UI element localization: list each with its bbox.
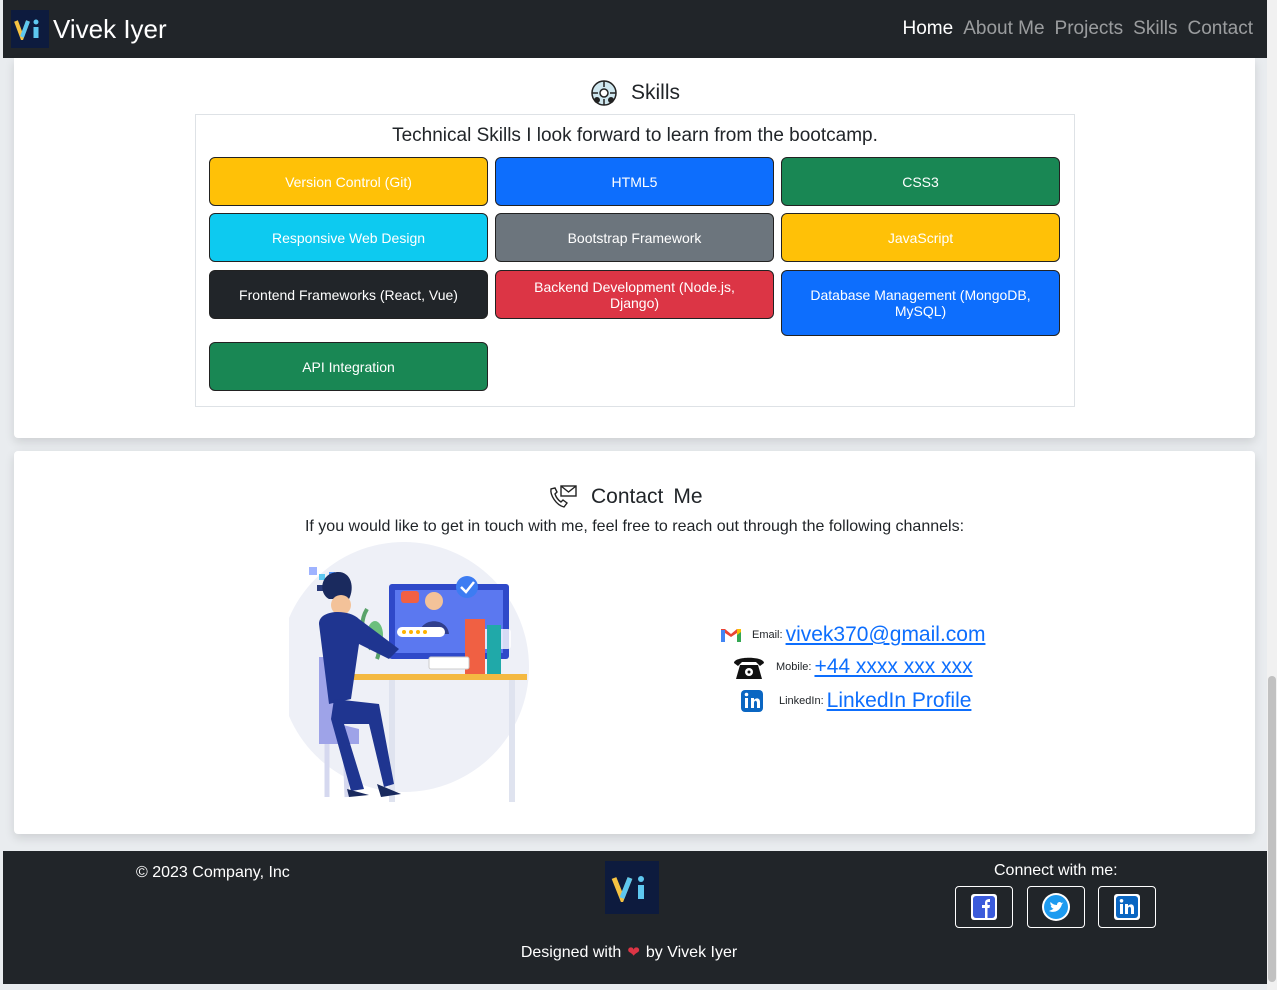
email-link[interactable]: vivek370@gmail.com <box>786 623 986 647</box>
skills-icon <box>591 80 617 106</box>
skills-title: Skills <box>631 81 681 104</box>
mobile-link[interactable]: +44 xxxx xxx xxx <box>814 655 972 679</box>
skill-chip-css3[interactable]: CSS3 <box>781 157 1060 206</box>
heart-icon: ❤ <box>627 944 640 961</box>
vi-logo-icon <box>611 875 644 902</box>
skills-section: Skills Technical Skills I look forward t… <box>14 58 1255 438</box>
contact-title-word1: Contact <box>591 485 664 508</box>
contact-envelope-icon <box>550 485 577 508</box>
contact-intro: If you would like to get in touch with m… <box>304 518 965 535</box>
designed-suffix: by Vivek Iyer <box>645 944 738 961</box>
contact-illustration <box>289 542 529 802</box>
scrollbar-thumb[interactable] <box>1268 676 1276 982</box>
contact-mobile-row: Mobile: +44 xxxx xxx xxx <box>732 653 973 681</box>
skills-heading: Skills <box>589 78 680 108</box>
skill-chip-bootstrap[interactable]: Bootstrap Framework <box>495 213 774 262</box>
mobile-label: Mobile: <box>776 661 812 673</box>
nav-link-about[interactable]: About Me <box>963 18 1044 40</box>
skills-subtitle: Technical Skills I look forward to learn… <box>392 125 878 146</box>
nav-link-projects[interactable]: Projects <box>1055 18 1124 40</box>
contact-section: Contact Me If you would like to get in t… <box>14 451 1255 834</box>
skill-chip-api[interactable]: API Integration <box>209 342 488 391</box>
vi-logo-icon <box>14 19 39 40</box>
footer: © 2023 Company, Inc Connect with me: Des… <box>3 851 1267 984</box>
skill-chip-frontend[interactable]: Frontend Frameworks (React, Vue) <box>209 270 488 319</box>
skills-box: Technical Skills I look forward to learn… <box>195 114 1075 407</box>
skill-chip-javascript[interactable]: JavaScript <box>781 213 1060 262</box>
contact-title-word2: Me <box>673 485 703 508</box>
skill-chip-backend[interactable]: Backend Development (Node.js, Django) <box>495 270 774 319</box>
contact-email-row: Email: vivek370@gmail.com <box>720 623 985 647</box>
linkedin-icon <box>735 685 769 717</box>
nav-links: Home About Me Projects Skills Contact <box>903 18 1253 40</box>
skill-chip-html5[interactable]: HTML5 <box>495 157 774 206</box>
twitter-button[interactable] <box>1027 886 1085 928</box>
telephone-icon <box>734 657 764 679</box>
skill-chip-responsive[interactable]: Responsive Web Design <box>209 213 488 262</box>
email-label: Email: <box>752 629 783 641</box>
navbar: Vivek Iyer Home About Me Projects Skills… <box>3 0 1267 58</box>
linkedin-link[interactable]: LinkedIn Profile <box>827 689 972 713</box>
gmail-icon <box>721 629 741 642</box>
brand-logo[interactable] <box>11 10 49 48</box>
facebook-button[interactable] <box>955 886 1013 928</box>
twitter-icon <box>1042 893 1070 921</box>
nav-link-skills[interactable]: Skills <box>1133 18 1177 40</box>
linkedin-button[interactable] <box>1098 886 1156 928</box>
brand-name[interactable]: Vivek Iyer <box>53 14 167 45</box>
designed-prefix: Designed with <box>520 944 622 961</box>
linkedin-label: LinkedIn: <box>779 695 824 707</box>
connect-label: Connect with me: <box>994 862 1118 879</box>
nav-link-contact[interactable]: Contact <box>1188 18 1253 40</box>
page-scrollbar[interactable] <box>1267 0 1277 990</box>
designed-by: Designed with ❤ by Vivek Iyer <box>3 943 1267 962</box>
nav-link-home[interactable]: Home <box>903 18 954 40</box>
skill-chip-database[interactable]: Database Management (MongoDB, MySQL) <box>781 270 1060 336</box>
facebook-icon <box>971 894 997 920</box>
contact-heading: Contact Me <box>548 483 703 511</box>
footer-logo[interactable] <box>605 861 659 914</box>
linkedin-icon <box>1114 894 1140 920</box>
contact-linkedin-row: LinkedIn: LinkedIn Profile <box>735 685 971 717</box>
skill-chip-git[interactable]: Version Control (Git) <box>209 157 488 206</box>
copyright: © 2023 Company, Inc <box>136 864 290 881</box>
